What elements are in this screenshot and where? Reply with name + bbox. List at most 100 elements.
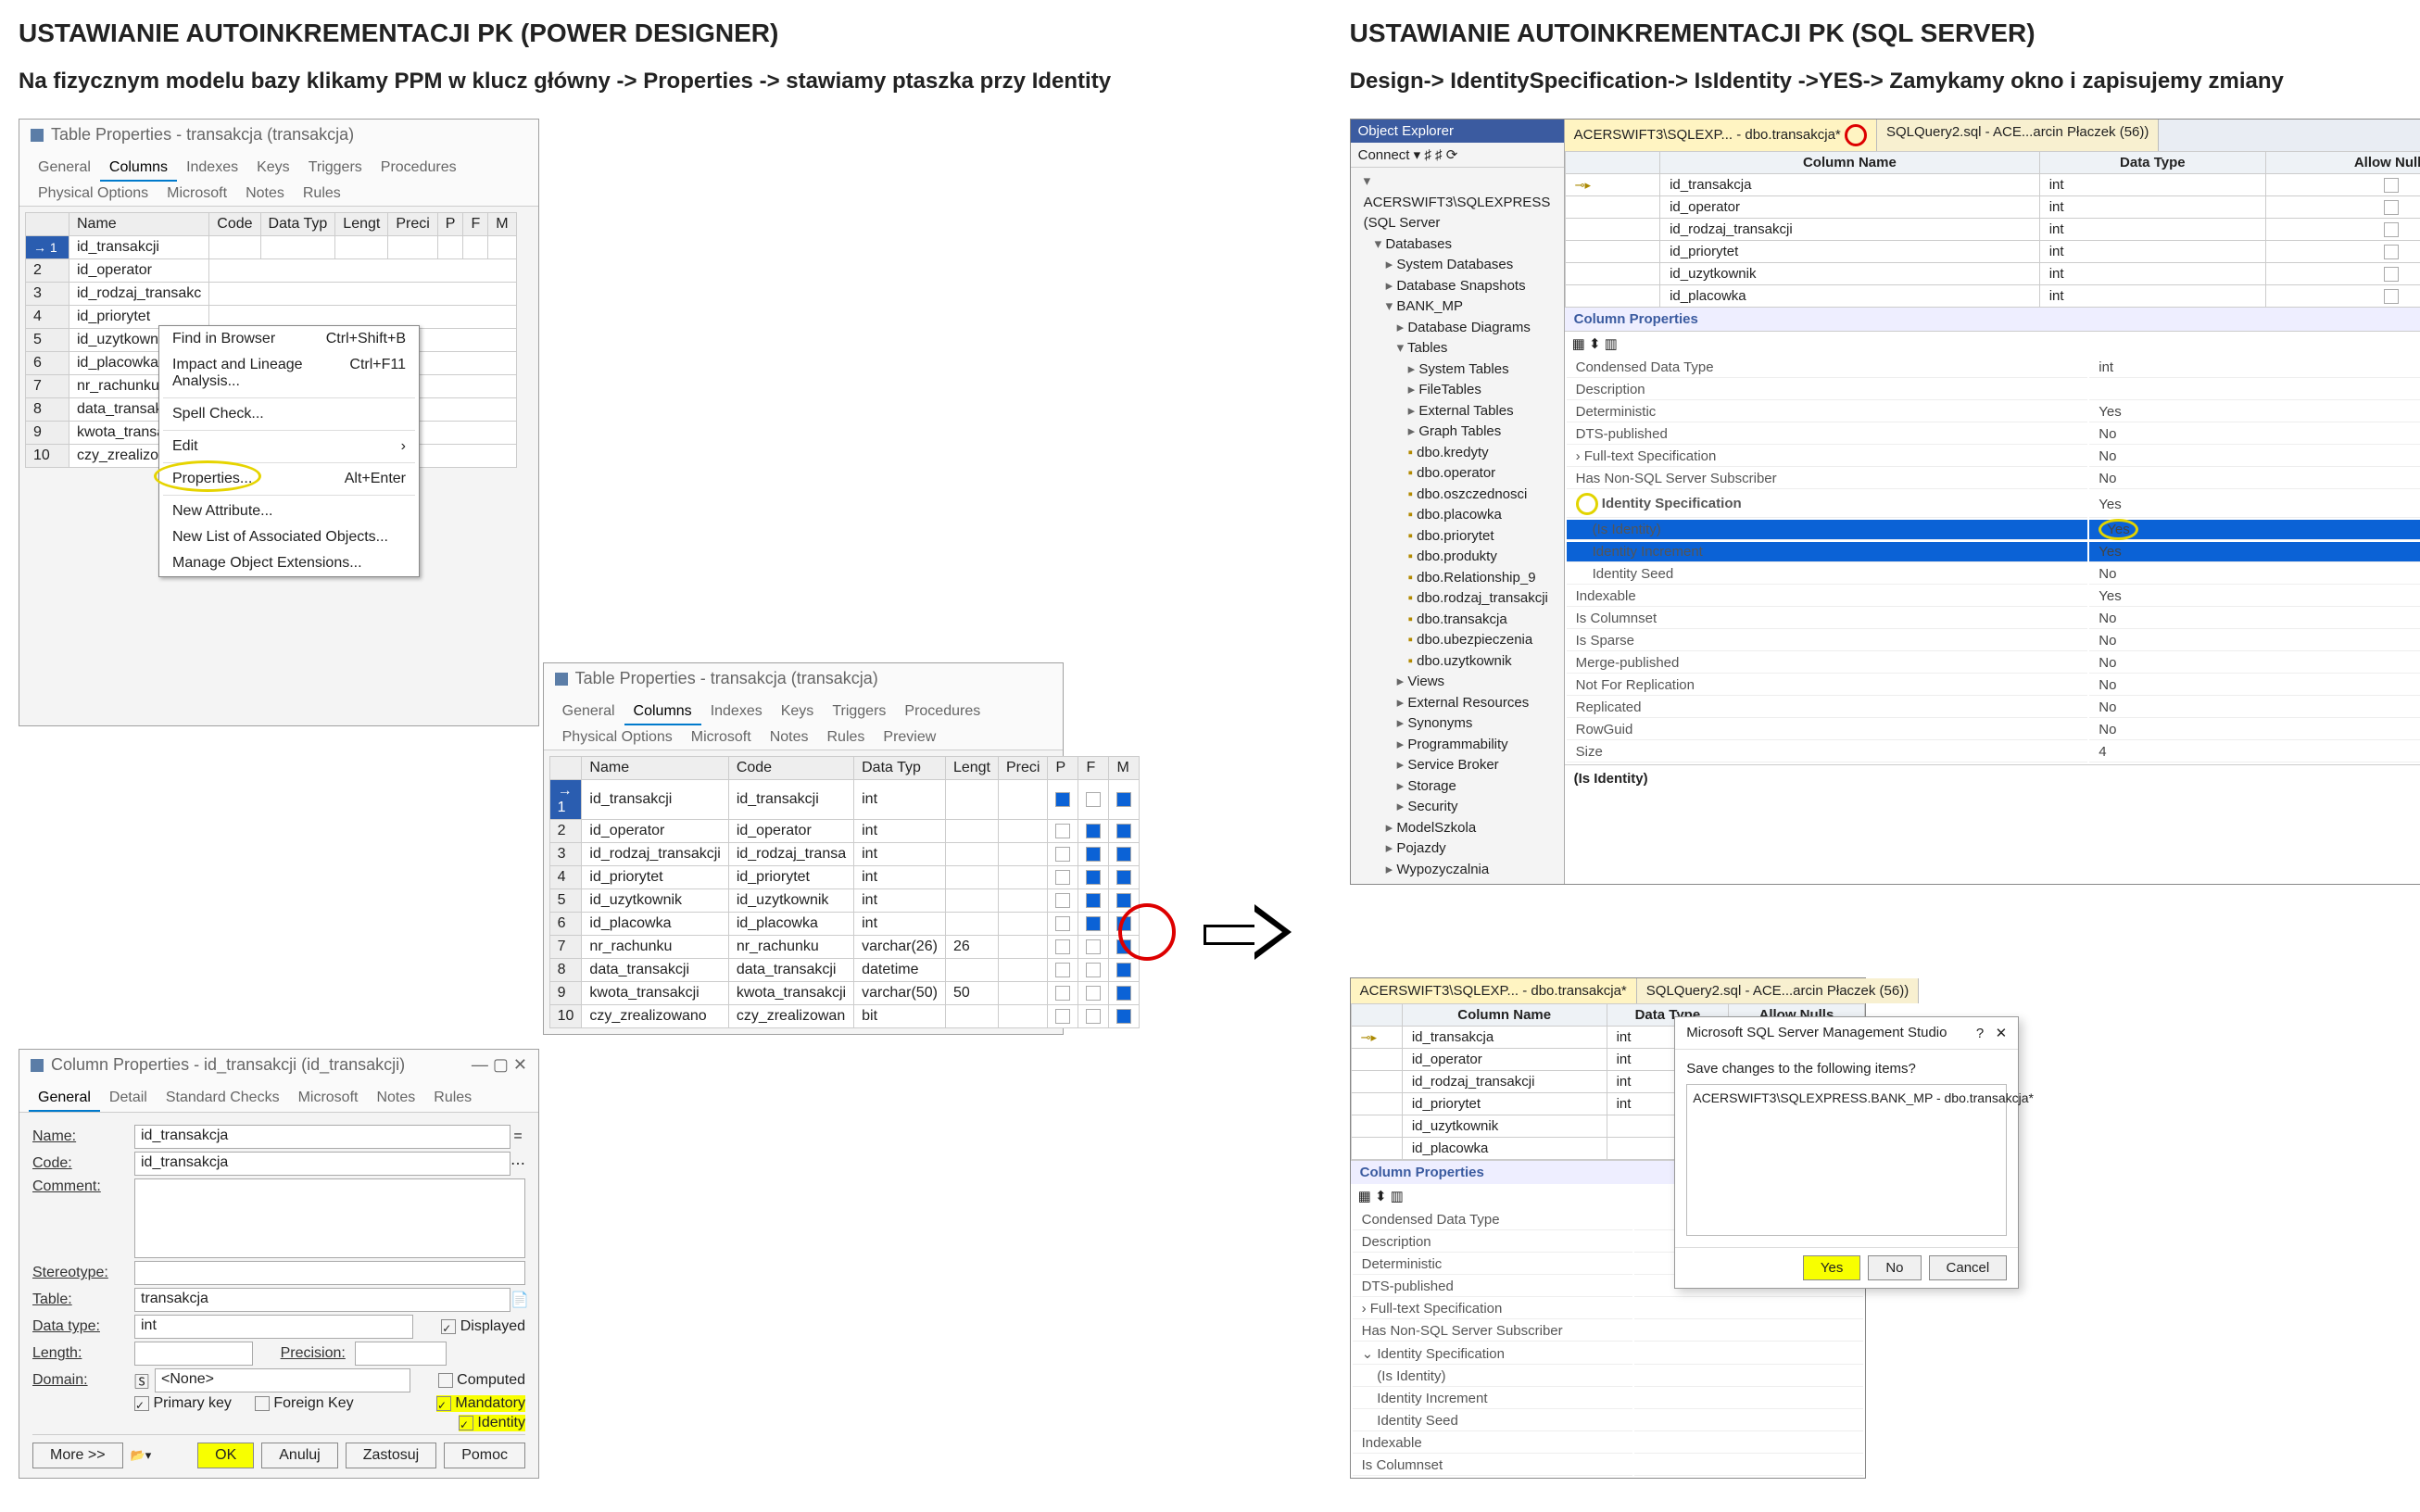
prop-row[interactable]: Is ColumnsetNo (1567, 609, 2420, 629)
tree-table-dbo-uzytkownik[interactable]: dbo.uzytkownik (1356, 651, 1558, 673)
tab-triggers[interactable]: Triggers (299, 156, 372, 182)
table-row[interactable]: 8data_transakcjidata_transakcjidatetime (549, 959, 1140, 982)
prop-row[interactable]: DTS-publishedNo (1567, 424, 2420, 445)
ctx-new-attribute[interactable]: New Attribute... (159, 498, 419, 524)
prop-row[interactable]: Merge-publishedNo (1567, 653, 2420, 674)
computed-checkbox[interactable] (438, 1373, 453, 1388)
code-input[interactable]: id_transakcja (134, 1152, 510, 1176)
ctx-edit[interactable]: Edit› (159, 434, 419, 460)
tab-rules[interactable]: Rules (294, 182, 350, 206)
mandatory-checkbox[interactable] (436, 1396, 451, 1411)
table-row[interactable]: 2id_operatorid_operatorint (549, 820, 1140, 843)
tab-detail[interactable]: Detail (100, 1086, 157, 1112)
length-input[interactable] (134, 1342, 253, 1366)
prop-row[interactable]: Size4 (1567, 742, 2420, 762)
displayed-checkbox[interactable] (441, 1319, 456, 1334)
tree-table-dbo-transakcja[interactable]: dbo.transakcja (1356, 610, 1558, 631)
doc-tab-query[interactable]: SQLQuery2.sql - ACE...arcin Płaczek (56)… (1877, 120, 2159, 151)
table-row[interactable]: 3id_rodzaj_transakc (26, 283, 517, 306)
cancel-button[interactable]: Anuluj (261, 1443, 337, 1468)
tree-databases[interactable]: Databases (1356, 234, 1558, 256)
tree-table-dbo-priorytet[interactable]: dbo.priorytet (1356, 526, 1558, 548)
doc-tab-designer[interactable]: ACERSWIFT3\SQLEXP... - dbo.transakcja* (1351, 978, 1637, 1003)
table-row[interactable]: 9kwota_transakcjikwota_transakcjivarchar… (549, 982, 1140, 1005)
tab-indexes[interactable]: Indexes (701, 699, 772, 725)
table-row[interactable]: 5id_uzytkownikid_uzytkownikint (549, 889, 1140, 913)
tree-external-tables[interactable]: External Tables (1356, 401, 1558, 422)
tree-table-dbo-produkty[interactable]: dbo.produkty (1356, 547, 1558, 568)
tab-keys[interactable]: Keys (247, 156, 299, 182)
tab-keys[interactable]: Keys (772, 699, 824, 725)
column-row[interactable]: id_transakcjaint (1565, 174, 2420, 196)
tab-procedures[interactable]: Procedures (895, 699, 989, 725)
ctx-manage-ext[interactable]: Manage Object Extensions... (159, 550, 419, 576)
tree-system-databases[interactable]: System Databases (1356, 255, 1558, 276)
tree-storage[interactable]: Storage (1356, 776, 1558, 798)
more-button[interactable]: More >> (32, 1443, 123, 1468)
prop-row[interactable]: Identity SeedNo (1567, 564, 2420, 585)
prop-row[interactable]: Has Non-SQL Server Subscriber (1353, 1321, 1863, 1342)
prop-row[interactable]: Indexable (1353, 1433, 1863, 1454)
tree-external-resources[interactable]: External Resources (1356, 693, 1558, 714)
tree-table-dbo-oszczednosci[interactable]: dbo.oszczednosci (1356, 485, 1558, 506)
tree-database-bank[interactable]: BANK_MP (1356, 296, 1558, 318)
prop-row[interactable]: Identity Seed (1353, 1411, 1863, 1431)
table-row[interactable]: 10czy_zrealizowanoczy_zrealizowanbit (549, 1005, 1140, 1028)
prop-row[interactable]: Identity Increment (1353, 1389, 1863, 1409)
tab-general[interactable]: General (29, 156, 100, 182)
tab-general[interactable]: General (29, 1086, 100, 1112)
name-input[interactable]: id_transakcja (134, 1125, 510, 1149)
prop-row[interactable]: › Full-text SpecificationNo (1567, 447, 2420, 467)
tab-physical-options[interactable]: Physical Options (553, 725, 682, 750)
tab-general[interactable]: General (553, 699, 624, 725)
apply-button[interactable]: Zastosuj (346, 1443, 436, 1468)
prop-row[interactable]: › Full-text Specification (1353, 1299, 1863, 1319)
dialog-yes-button[interactable]: Yes (1803, 1255, 1860, 1280)
column-row[interactable]: id_priorytetint (1565, 241, 2420, 263)
tab-microsoft[interactable]: Microsoft (158, 182, 236, 206)
tree-server[interactable]: ACERSWIFT3\SQLEXPRESS (SQL Server (1356, 171, 1558, 234)
tab-procedures[interactable]: Procedures (372, 156, 466, 182)
tree-graph-tables[interactable]: Graph Tables (1356, 422, 1558, 443)
ok-button[interactable]: OK (197, 1443, 254, 1468)
tree-service-broker[interactable]: Service Broker (1356, 755, 1558, 776)
tab-notes[interactable]: Notes (761, 725, 818, 750)
tree-table-dbo-kredyty[interactable]: dbo.kredyty (1356, 443, 1558, 464)
datatype-input[interactable]: int (134, 1315, 413, 1339)
prop-row[interactable]: RowGuidNo (1567, 720, 2420, 740)
table-row[interactable]: 2id_operator (26, 259, 517, 283)
tab-rules[interactable]: Rules (424, 1086, 481, 1112)
prop-row[interactable]: (Is Identity) (1353, 1367, 1863, 1387)
primarykey-checkbox[interactable] (134, 1396, 149, 1411)
prop-row[interactable]: Has Non-SQL Server SubscriberNo (1567, 469, 2420, 489)
prop-row[interactable]: Not For ReplicationNo (1567, 675, 2420, 696)
tab-microsoft[interactable]: Microsoft (289, 1086, 368, 1112)
tree-table-dbo-Relationship_9[interactable]: dbo.Relationship_9 (1356, 568, 1558, 589)
column-row[interactable]: id_operatorint (1565, 196, 2420, 219)
column-row[interactable]: id_rodzaj_transakcjiint (1565, 219, 2420, 241)
prop-row[interactable]: Identity IncrementYes (1567, 542, 2420, 562)
table-row[interactable]: 3id_rodzaj_transakcjiid_rodzaj_transaint (549, 843, 1140, 866)
tab-triggers[interactable]: Triggers (823, 699, 895, 725)
ctx-find-in-browser[interactable]: Find in BrowserCtrl+Shift+B (159, 326, 419, 352)
dialog-no-button[interactable]: No (1868, 1255, 1921, 1280)
doc-tab-query[interactable]: SQLQuery2.sql - ACE...arcin Płaczek (56)… (1637, 978, 1919, 1003)
comment-input[interactable] (134, 1178, 525, 1258)
tab-physical-options[interactable]: Physical Options (29, 182, 158, 206)
tree-dbdiagrams[interactable]: Database Diagrams (1356, 318, 1558, 339)
tab-notes[interactable]: Notes (236, 182, 294, 206)
ctx-spell-check[interactable]: Spell Check... (159, 401, 419, 427)
identity-checkbox[interactable] (459, 1416, 473, 1430)
tab-indexes[interactable]: Indexes (177, 156, 247, 182)
tree-views[interactable]: Views (1356, 672, 1558, 693)
table-row[interactable]: 7nr_rachunkunr_rachunkuvarchar(26)26 (549, 936, 1140, 959)
tree-wypozyczalnia[interactable]: Wypozyczalnia (1356, 860, 1558, 881)
prop-row[interactable]: (Is Identity)Yes (1567, 520, 2420, 540)
tab-columns[interactable]: Columns (624, 699, 701, 725)
dialog-cancel-button[interactable]: Cancel (1929, 1255, 2008, 1280)
tree-table-dbo-ubezpieczenia[interactable]: dbo.ubezpieczenia (1356, 630, 1558, 651)
prop-row[interactable]: Condensed Data Typeint (1567, 358, 2420, 378)
domain-input[interactable]: <None> (155, 1368, 410, 1392)
connect-button[interactable]: Connect ▾ (1358, 147, 1421, 163)
tree-filetables[interactable]: FileTables (1356, 380, 1558, 401)
